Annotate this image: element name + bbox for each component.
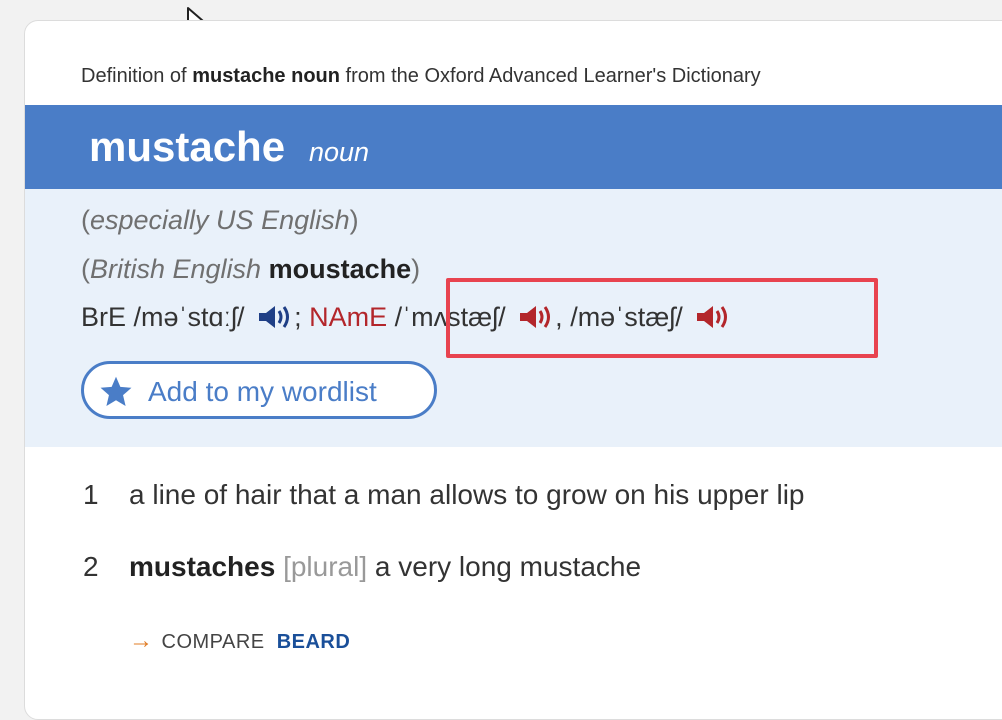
sense-number: 2 <box>83 551 99 582</box>
variant-word: moustache <box>268 254 412 284</box>
sense-number: 1 <box>83 479 99 510</box>
sense-definition: a very long mustache <box>374 551 642 582</box>
entry-card: Definition of mustache noun from the Oxf… <box>24 20 1002 720</box>
add-to-wordlist-button[interactable]: Add to my wordlist <box>81 361 437 419</box>
pron-separator: ; <box>294 302 302 332</box>
arrow-right-icon: → <box>129 627 154 654</box>
sense-definition: a line of hair that a man allows to grow… <box>129 479 805 510</box>
compare-crossref: → COMPARE BEARD <box>129 627 350 655</box>
beard-link[interactable]: BEARD <box>277 631 351 653</box>
sense-variant: mustaches <box>129 551 276 582</box>
source-entry: mustache noun <box>192 65 340 87</box>
sense-1: 1 a line of hair that a man allows to gro… <box>83 479 805 511</box>
compare-label: COMPARE <box>161 631 265 653</box>
wordlist-label: Add to my wordlist <box>148 376 377 407</box>
variant-line: (British English moustache) <box>81 254 421 284</box>
bre-label: BrE <box>81 302 127 332</box>
source-line: Definition of mustache noun from the Oxf… <box>81 65 761 88</box>
bre-speaker-icon[interactable] <box>256 303 294 331</box>
bre-pronunciation: /məˈstɑːʃ/ <box>133 302 245 332</box>
part-of-speech: noun <box>309 137 370 167</box>
usage-label-line: (especially US English) <box>81 205 359 235</box>
headword: mustache <box>89 123 286 170</box>
annotation-highlight-box <box>446 278 878 358</box>
sense-2: 2 mustaches [plural] a very long mustache <box>83 551 641 583</box>
variant-label: British English <box>90 254 262 284</box>
star-icon <box>100 376 132 406</box>
source-suffix: from the Oxford Advanced Learner's Dicti… <box>345 65 761 87</box>
name-label: NAmE <box>309 302 388 332</box>
grammar-label: [plural] <box>283 551 368 582</box>
source-prefix: Definition of <box>81 65 187 87</box>
usage-label: especially US English <box>90 205 350 235</box>
